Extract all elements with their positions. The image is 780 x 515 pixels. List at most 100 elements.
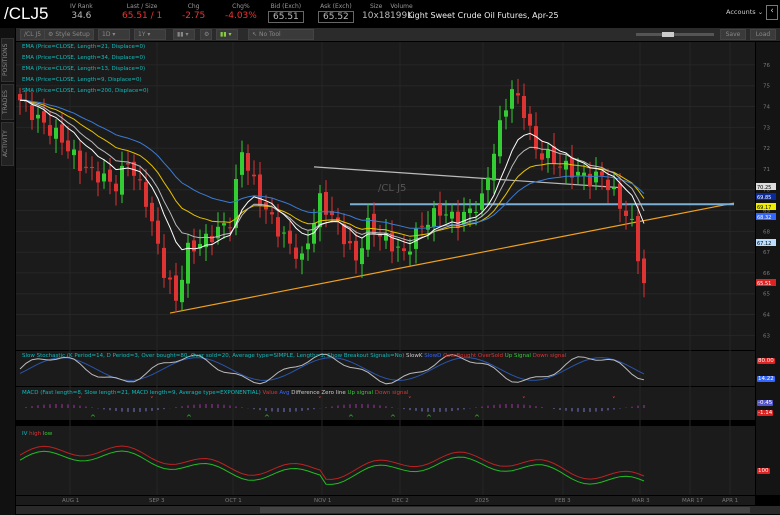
macd-up-arrow: ^ bbox=[390, 414, 396, 422]
candle bbox=[180, 279, 184, 303]
candle bbox=[642, 258, 646, 284]
price-tick-label: 67 bbox=[763, 250, 770, 256]
date-tick-label: OCT 1 bbox=[225, 498, 242, 504]
stoch-legend: Slow Stochastic (K Period=14, D Period=3… bbox=[22, 353, 582, 359]
candle bbox=[138, 179, 142, 181]
candle bbox=[516, 93, 520, 96]
candle bbox=[624, 210, 628, 216]
candle bbox=[630, 218, 634, 220]
candle bbox=[636, 216, 640, 262]
candle bbox=[18, 94, 22, 101]
date-tick-label: DEC 2 bbox=[392, 498, 409, 504]
price-tick-label: 72 bbox=[763, 146, 770, 152]
macd-up: Up signal bbox=[347, 390, 374, 396]
candle bbox=[102, 173, 106, 182]
candle bbox=[498, 120, 502, 157]
candle bbox=[36, 114, 40, 119]
candle bbox=[396, 246, 400, 248]
candle bbox=[306, 243, 310, 250]
candle bbox=[66, 140, 70, 152]
iv-low: low bbox=[42, 431, 53, 437]
macd-down: Down signal bbox=[374, 390, 409, 396]
date-tick-label: FEB 3 bbox=[555, 498, 571, 504]
price-tag-label: 65.51 bbox=[757, 281, 771, 287]
candle bbox=[504, 110, 508, 117]
stoch-k: SlowK bbox=[405, 353, 423, 359]
price-tick-label: 63 bbox=[763, 333, 770, 339]
candle bbox=[450, 211, 454, 219]
study-legend-item[interactable]: EMA (Price=CLOSE, Length=13, Displace=0) bbox=[22, 66, 145, 72]
price-tick-label: 73 bbox=[763, 125, 770, 131]
iv-label: IV bbox=[22, 431, 28, 437]
candle bbox=[354, 240, 358, 261]
candle bbox=[564, 160, 568, 170]
stoch-os: OverSold bbox=[477, 353, 503, 359]
candle bbox=[492, 153, 496, 181]
date-tick-label: AUG 1 bbox=[62, 498, 79, 504]
candle bbox=[270, 212, 274, 215]
candle bbox=[240, 152, 244, 175]
candle bbox=[594, 171, 598, 183]
macd-down-arrow: ˅ bbox=[522, 396, 526, 404]
stoch-label: Slow Stochastic (K Period=14, D Period=3… bbox=[22, 353, 405, 359]
stoch-down: Down signal bbox=[532, 353, 567, 359]
price-tag-label: 68.32 bbox=[757, 215, 771, 221]
candle bbox=[30, 105, 34, 121]
macd-zero: Zero line bbox=[321, 390, 346, 396]
study-legend-item[interactable]: EMA (Price=CLOSE, Length=9, Displace=0) bbox=[22, 77, 142, 83]
candle bbox=[522, 95, 526, 118]
candle bbox=[294, 247, 298, 259]
candle bbox=[420, 225, 424, 227]
candle bbox=[462, 211, 466, 224]
candle bbox=[438, 204, 442, 216]
candle bbox=[252, 174, 256, 177]
price-tick-label: 64 bbox=[763, 313, 770, 319]
candle bbox=[546, 150, 550, 159]
candle bbox=[570, 157, 574, 178]
candle bbox=[276, 217, 280, 237]
study-legend-item[interactable]: EMA (Price=CLOSE, Length=34, Displace=0) bbox=[22, 55, 145, 61]
candle bbox=[474, 211, 478, 213]
macd-up-arrow: ^ bbox=[348, 414, 354, 422]
candle bbox=[348, 241, 352, 244]
candle bbox=[162, 247, 166, 278]
watermark-symbol: /CL J5 bbox=[378, 183, 407, 194]
macd-up-arrow: ^ bbox=[264, 414, 270, 422]
candle bbox=[432, 208, 436, 227]
macd-legend: MACD (Fast length=8, Slow length=21, MAC… bbox=[22, 390, 408, 396]
candle bbox=[444, 214, 448, 216]
candle bbox=[54, 127, 58, 139]
candle bbox=[576, 171, 580, 176]
candle bbox=[582, 172, 586, 176]
candle bbox=[72, 149, 76, 156]
candle bbox=[144, 182, 148, 207]
study-legend-item[interactable]: EMA (Price=CLOSE, Length=21, Displace=0) bbox=[22, 44, 145, 50]
candle bbox=[258, 174, 262, 206]
candle bbox=[468, 208, 472, 213]
macd-down-arrow: ˅ bbox=[612, 396, 616, 404]
macd-down-arrow: ˅ bbox=[78, 396, 82, 404]
macd-label: MACD (Fast length=8, Slow length=21, MAC… bbox=[22, 390, 261, 396]
price-tag-label: 67.12 bbox=[757, 241, 771, 247]
study-legend-item[interactable]: SMA (Price=CLOSE, Length=200, Displace=0… bbox=[22, 88, 149, 94]
price-tick-label: 65 bbox=[763, 292, 770, 298]
candle bbox=[540, 153, 544, 160]
candle bbox=[600, 171, 604, 176]
candle bbox=[588, 173, 592, 187]
candle bbox=[288, 230, 292, 244]
indicator-tag: 80.00 bbox=[757, 358, 775, 364]
date-tick-label: SEP 3 bbox=[149, 498, 165, 504]
macd-up-arrow: ^ bbox=[90, 414, 96, 422]
scrollbar-thumb bbox=[260, 507, 750, 513]
candle bbox=[42, 111, 46, 123]
price-tag-label: 69.17 bbox=[757, 205, 771, 211]
price-tag-label: 70.25 bbox=[757, 185, 771, 191]
price-tag-label: 69.85 bbox=[757, 195, 771, 201]
candle bbox=[60, 124, 64, 143]
price-tick-label: 68 bbox=[763, 229, 770, 235]
price-tick-label: 66 bbox=[763, 271, 770, 277]
candle bbox=[90, 166, 94, 168]
candle bbox=[78, 150, 82, 171]
candle bbox=[48, 125, 52, 136]
candle bbox=[510, 89, 514, 109]
